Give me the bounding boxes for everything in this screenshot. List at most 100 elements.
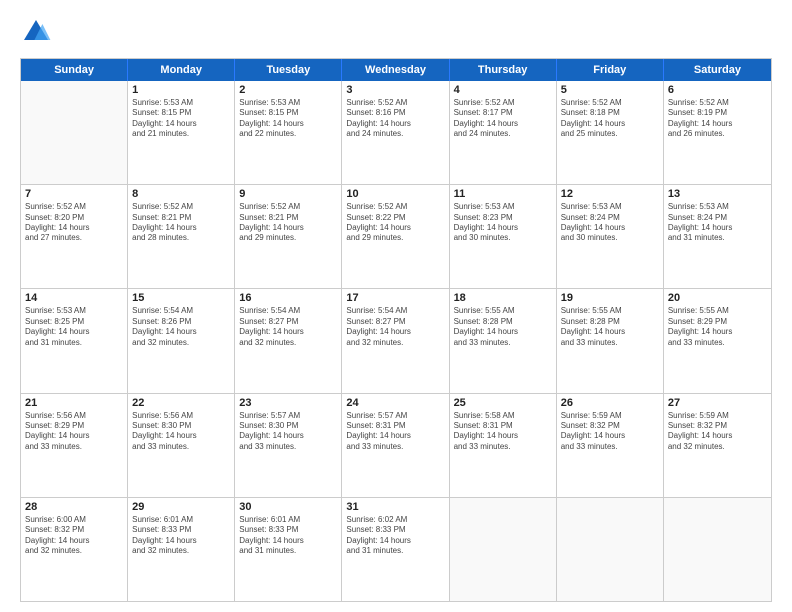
cell-info-line: Sunset: 8:16 PM [346, 108, 444, 118]
day-number: 3 [346, 84, 444, 96]
day-number: 13 [668, 188, 767, 200]
cell-info-line: Daylight: 14 hours [561, 119, 659, 129]
cell-info-line: Sunset: 8:29 PM [668, 317, 767, 327]
cell-info-line: Sunset: 8:28 PM [561, 317, 659, 327]
cell-info-line: Sunrise: 5:53 AM [454, 202, 552, 212]
cell-info-line: Sunrise: 6:01 AM [132, 515, 230, 525]
cell-info-line: and 25 minutes. [561, 129, 659, 139]
cell-info-line: Sunrise: 5:52 AM [561, 98, 659, 108]
day-number: 18 [454, 292, 552, 304]
cell-info-line: Daylight: 14 hours [25, 431, 123, 441]
cell-info-line: and 33 minutes. [132, 442, 230, 452]
cell-info-line: and 33 minutes. [454, 338, 552, 348]
day-number: 25 [454, 397, 552, 409]
calendar-body: 1Sunrise: 5:53 AMSunset: 8:15 PMDaylight… [21, 81, 771, 601]
cell-info-line: Sunrise: 6:02 AM [346, 515, 444, 525]
cell-info-line: Daylight: 14 hours [561, 327, 659, 337]
cell-info-line: Sunrise: 6:00 AM [25, 515, 123, 525]
cell-info-line: Sunrise: 5:52 AM [454, 98, 552, 108]
header [20, 16, 772, 48]
cell-info-line: and 33 minutes. [454, 442, 552, 452]
calendar-cell: 22Sunrise: 5:56 AMSunset: 8:30 PMDayligh… [128, 394, 235, 497]
logo [20, 16, 56, 48]
day-number: 14 [25, 292, 123, 304]
day-number: 19 [561, 292, 659, 304]
day-number: 5 [561, 84, 659, 96]
calendar-row: 14Sunrise: 5:53 AMSunset: 8:25 PMDayligh… [21, 289, 771, 393]
cell-info-line: Sunset: 8:27 PM [239, 317, 337, 327]
cell-info-line: Daylight: 14 hours [346, 119, 444, 129]
cell-info-line: Sunset: 8:31 PM [346, 421, 444, 431]
cell-info-line: Sunrise: 5:54 AM [132, 306, 230, 316]
day-number: 9 [239, 188, 337, 200]
cell-info-line: Sunset: 8:31 PM [454, 421, 552, 431]
cell-info-line: Sunrise: 5:53 AM [561, 202, 659, 212]
day-number: 21 [25, 397, 123, 409]
cell-info-line: Daylight: 14 hours [25, 223, 123, 233]
cell-info-line: Sunrise: 5:53 AM [239, 98, 337, 108]
calendar-cell [557, 498, 664, 601]
cell-info-line: and 33 minutes. [561, 442, 659, 452]
cell-info-line: and 33 minutes. [561, 338, 659, 348]
cell-info-line: Sunset: 8:15 PM [239, 108, 337, 118]
cell-info-line: Daylight: 14 hours [454, 431, 552, 441]
calendar-day-header: Monday [128, 59, 235, 81]
cell-info-line: Sunset: 8:20 PM [25, 213, 123, 223]
calendar-cell: 16Sunrise: 5:54 AMSunset: 8:27 PMDayligh… [235, 289, 342, 392]
calendar-day-header: Saturday [664, 59, 771, 81]
calendar-cell: 6Sunrise: 5:52 AMSunset: 8:19 PMDaylight… [664, 81, 771, 184]
cell-info-line: Sunrise: 5:56 AM [132, 411, 230, 421]
calendar-row: 21Sunrise: 5:56 AMSunset: 8:29 PMDayligh… [21, 394, 771, 498]
day-number: 27 [668, 397, 767, 409]
cell-info-line: and 33 minutes. [239, 442, 337, 452]
cell-info-line: Daylight: 14 hours [668, 223, 767, 233]
cell-info-line: Sunset: 8:19 PM [668, 108, 767, 118]
cell-info-line: Sunset: 8:28 PM [454, 317, 552, 327]
cell-info-line: and 29 minutes. [346, 233, 444, 243]
cell-info-line: and 31 minutes. [668, 233, 767, 243]
calendar-row: 1Sunrise: 5:53 AMSunset: 8:15 PMDaylight… [21, 81, 771, 185]
cell-info-line: Sunrise: 5:54 AM [239, 306, 337, 316]
cell-info-line: Daylight: 14 hours [346, 431, 444, 441]
calendar-cell: 29Sunrise: 6:01 AMSunset: 8:33 PMDayligh… [128, 498, 235, 601]
day-number: 20 [668, 292, 767, 304]
cell-info-line: and 27 minutes. [25, 233, 123, 243]
cell-info-line: Daylight: 14 hours [561, 223, 659, 233]
calendar-cell: 9Sunrise: 5:52 AMSunset: 8:21 PMDaylight… [235, 185, 342, 288]
cell-info-line: Sunset: 8:26 PM [132, 317, 230, 327]
calendar-cell: 23Sunrise: 5:57 AMSunset: 8:30 PMDayligh… [235, 394, 342, 497]
calendar-cell: 26Sunrise: 5:59 AMSunset: 8:32 PMDayligh… [557, 394, 664, 497]
calendar-cell: 27Sunrise: 5:59 AMSunset: 8:32 PMDayligh… [664, 394, 771, 497]
cell-info-line: Sunset: 8:33 PM [346, 525, 444, 535]
calendar-cell: 8Sunrise: 5:52 AMSunset: 8:21 PMDaylight… [128, 185, 235, 288]
cell-info-line: Daylight: 14 hours [239, 119, 337, 129]
calendar-cell: 3Sunrise: 5:52 AMSunset: 8:16 PMDaylight… [342, 81, 449, 184]
cell-info-line: Sunset: 8:18 PM [561, 108, 659, 118]
day-number: 31 [346, 501, 444, 513]
cell-info-line: Daylight: 14 hours [346, 327, 444, 337]
cell-info-line: Sunrise: 5:59 AM [561, 411, 659, 421]
day-number: 23 [239, 397, 337, 409]
cell-info-line: Sunrise: 5:54 AM [346, 306, 444, 316]
calendar-cell: 31Sunrise: 6:02 AMSunset: 8:33 PMDayligh… [342, 498, 449, 601]
cell-info-line: Daylight: 14 hours [239, 536, 337, 546]
calendar-row: 28Sunrise: 6:00 AMSunset: 8:32 PMDayligh… [21, 498, 771, 601]
day-number: 10 [346, 188, 444, 200]
calendar-cell [450, 498, 557, 601]
cell-info-line: Daylight: 14 hours [668, 119, 767, 129]
cell-info-line: Daylight: 14 hours [25, 327, 123, 337]
cell-info-line: and 31 minutes. [346, 546, 444, 556]
calendar-cell: 7Sunrise: 5:52 AMSunset: 8:20 PMDaylight… [21, 185, 128, 288]
cell-info-line: Sunrise: 5:59 AM [668, 411, 767, 421]
cell-info-line: Daylight: 14 hours [25, 536, 123, 546]
cell-info-line: Sunrise: 6:01 AM [239, 515, 337, 525]
page: SundayMondayTuesdayWednesdayThursdayFrid… [0, 0, 792, 612]
calendar-day-header: Wednesday [342, 59, 449, 81]
cell-info-line: Sunset: 8:32 PM [668, 421, 767, 431]
cell-info-line: Daylight: 14 hours [239, 327, 337, 337]
calendar-cell: 17Sunrise: 5:54 AMSunset: 8:27 PMDayligh… [342, 289, 449, 392]
calendar-cell: 21Sunrise: 5:56 AMSunset: 8:29 PMDayligh… [21, 394, 128, 497]
calendar-day-header: Tuesday [235, 59, 342, 81]
calendar-day-header: Friday [557, 59, 664, 81]
cell-info-line: Sunset: 8:27 PM [346, 317, 444, 327]
